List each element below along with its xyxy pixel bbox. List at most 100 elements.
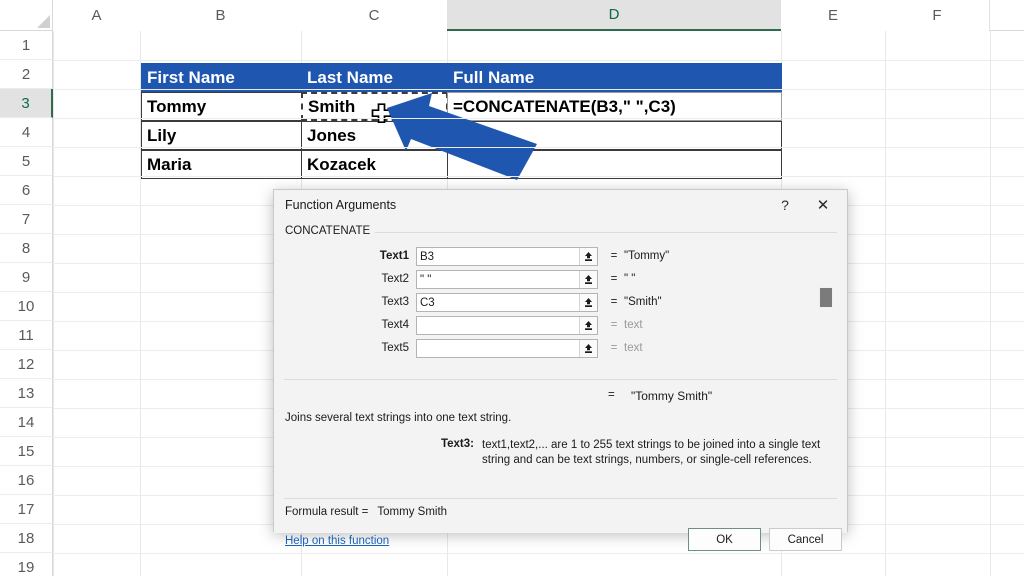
argument-result-text3: "Smith" [624,296,662,308]
cancel-button[interactable]: Cancel [769,528,842,551]
cell-D4[interactable] [447,121,782,150]
argument-input-wrapper-text4 [416,316,598,335]
row-header-5[interactable]: 5 [0,147,53,176]
group-divider [359,232,837,233]
argument-row-text4: Text4 = text [274,316,847,335]
grid-hline [53,118,1024,119]
row-header-18[interactable]: 18 [0,524,53,553]
formula-result-label: Formula result = [285,506,369,518]
column-header-F[interactable]: F [885,0,990,31]
footer-divider [284,498,837,499]
grid-hline [53,147,1024,148]
range-selector-icon[interactable] [579,340,597,357]
arguments-scrollbar-thumb[interactable] [819,287,833,308]
row-header-16[interactable]: 16 [0,466,53,495]
range-selector-icon[interactable] [579,294,597,311]
argument-equals-text3: = [610,296,618,308]
cell-C4[interactable]: Jones [301,121,448,150]
cell-B4[interactable]: Lily [141,121,302,150]
table-header-first-name[interactable]: First Name [141,63,302,92]
dialog-body: CONCATENATE Text1 = "Tommy" Text2 = " " Text3 =… [274,219,847,551]
formula-result: Formula result = Tommy Smith [285,506,447,518]
argument-result-text4: text [624,319,643,331]
column-header-C[interactable]: C [301,0,448,31]
cell-C5[interactable]: Kozacek [301,150,448,179]
row-header-11[interactable]: 11 [0,321,53,350]
dialog-title: Function Arguments [285,197,397,212]
help-icon[interactable]: ? [773,194,797,216]
formula-result-value: Tommy Smith [377,506,448,518]
argument-label-text3: Text3 [381,296,410,308]
argument-equals-text4: = [610,319,618,331]
row-header-4[interactable]: 4 [0,118,53,147]
ok-button[interactable]: OK [688,528,761,551]
range-selector-icon[interactable] [579,271,597,288]
select-all-triangle-icon [37,15,50,28]
result-equals-sign: = [608,389,615,401]
row-header-14[interactable]: 14 [0,408,53,437]
argument-equals-text1: = [610,250,618,262]
argument-label-text5: Text5 [381,342,410,354]
row-header-17[interactable]: 17 [0,495,53,524]
argument-input-text3[interactable] [417,294,579,311]
column-header-B[interactable]: B [140,0,302,31]
function-description: Joins several text strings into one text… [285,412,512,424]
argument-input-text1[interactable] [417,248,579,265]
row-header-6[interactable]: 6 [0,176,53,205]
cell-B3[interactable]: Tommy [141,92,302,121]
argument-label-text4: Text4 [381,319,410,331]
function-name-label: CONCATENATE [285,225,376,237]
grid-hline [53,89,1024,90]
row-header-12[interactable]: 12 [0,350,53,379]
row-header-19[interactable]: 19 [0,553,53,576]
row-header-9[interactable]: 9 [0,263,53,292]
row-header-7[interactable]: 7 [0,205,53,234]
help-on-this-function-link[interactable]: Help on this function [285,535,389,547]
argument-row-text3: Text3 = "Smith" [274,293,847,312]
row-header-1[interactable]: 1 [0,31,53,60]
range-selector-icon[interactable] [579,248,597,265]
argument-row-text5: Text5 = text [274,339,847,358]
argument-input-wrapper-text2 [416,270,598,289]
cell-D5[interactable] [447,150,782,179]
argument-equals-text2: = [610,273,618,285]
close-icon[interactable]: ✕ [811,194,835,216]
dialog-title-bar: Function Arguments ? ✕ [274,190,847,219]
argument-input-wrapper-text5 [416,339,598,358]
grid-hline [53,176,1024,177]
cell-D3[interactable]: =CONCATENATE(B3," ",C3) [447,92,782,121]
select-all-corner[interactable] [0,0,53,31]
excel-window: 1 2 3 4 5 6 7 8 9 10 11 12 13 14 15 16 17 18 19 ABCDEF Fir… [0,0,1024,576]
argument-input-text4[interactable] [417,317,579,334]
range-selector-icon[interactable] [579,317,597,334]
row-header-13[interactable]: 13 [0,379,53,408]
cell-C3[interactable]: Smith [301,92,448,121]
arguments-panel-divider [284,379,837,380]
column-header-D[interactable]: D [447,0,782,31]
overall-result-value: "Tommy Smith" [631,389,713,403]
cell-B5[interactable]: Maria [141,150,302,179]
row-header-10[interactable]: 10 [0,292,53,321]
row-header-3[interactable]: 3 [0,89,53,118]
grid-hline [53,60,1024,61]
row-header-15[interactable]: 15 [0,437,53,466]
table-header-full-name[interactable]: Full Name [447,63,782,92]
current-argument-label: Text3: [440,438,474,450]
row-header-2[interactable]: 2 [0,60,53,89]
argument-input-text5[interactable] [417,340,579,357]
current-argument-help-text: text1,text2,... are 1 to 255 text string… [482,439,821,466]
argument-input-text2[interactable] [417,271,579,288]
argument-label-text2: Text2 [381,273,410,285]
argument-equals-text5: = [610,342,618,354]
row-header-8[interactable]: 8 [0,234,53,263]
argument-result-text1: "Tommy" [624,250,670,262]
column-header-row: ABCDEF [0,0,1024,31]
argument-label-text1: Text1 [379,250,409,262]
argument-input-wrapper-text1 [416,247,598,266]
argument-row-text1: Text1 = "Tommy" [274,247,847,266]
column-header-E[interactable]: E [781,0,886,31]
table-header-last-name[interactable]: Last Name [301,63,448,92]
function-arguments-dialog: Function Arguments ? ✕ CONCATENATE Text1… [273,189,848,551]
argument-input-wrapper-text3 [416,293,598,312]
column-header-A[interactable]: A [53,0,141,31]
